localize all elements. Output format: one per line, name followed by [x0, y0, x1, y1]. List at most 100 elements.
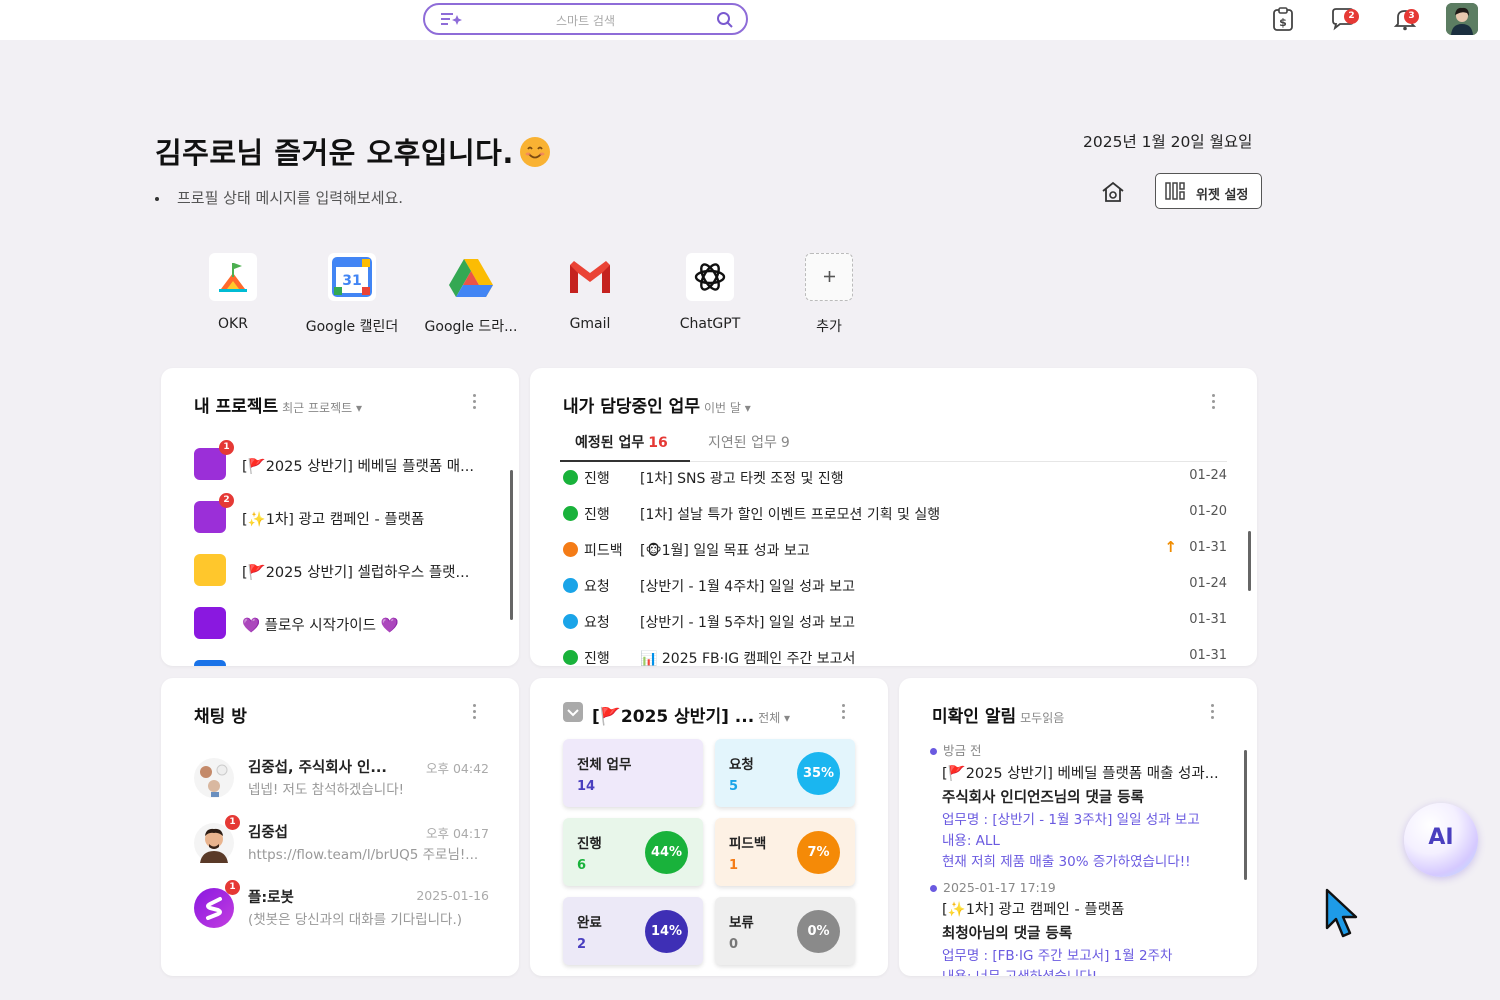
task-date: 01-24: [1189, 468, 1227, 483]
task-name: [상반기 - 1월 5주차] 일일 성과 보고: [640, 615, 856, 631]
tab-delayed[interactable]: 지연된 업무 9: [708, 432, 790, 452]
my-tasks-title: 내가 담당중인 업무: [563, 397, 700, 417]
more-options-icon[interactable]: [1209, 704, 1215, 722]
project-color-square: 1: [194, 440, 234, 480]
user-avatar[interactable]: [1446, 3, 1478, 35]
more-options-icon[interactable]: [471, 704, 477, 722]
notification-detail: 내용: 너무 고생하셨습니다!: [942, 967, 1227, 976]
more-options-icon[interactable]: [1210, 394, 1216, 412]
stat-progress[interactable]: 진행 6 44%: [563, 818, 703, 886]
stat-value: 6: [577, 858, 587, 873]
task-row[interactable]: 진행 [1차] 설날 특가 할인 이벤트 프로모션 기획 및 실행 01-20: [563, 501, 1227, 525]
task-date: 01-31: [1189, 540, 1227, 555]
app-google-drive[interactable]: Google 드라...: [416, 253, 526, 336]
flow-bot-avatar: 1: [194, 880, 240, 928]
tab-label: 지연된 업무: [708, 435, 777, 451]
project-stats-widget: [🚩2025 상반기] ... 전체 ▾ 전체 업무 14 요청 5 35% 진행…: [530, 678, 888, 976]
task-name: 📊 2025 FB·IG 캠페인 주간 보고서: [640, 651, 856, 666]
chat-room-item[interactable]: 김중섭, 주식회사 인... 오후 04:42 넵넵! 저도 참석하겠습니다!: [194, 756, 489, 800]
task-date: 01-31: [1189, 648, 1227, 663]
project-item[interactable]: [🚩2025 상반기] 셀럽하우스 플랫...: [194, 554, 514, 586]
task-date: 01-31: [1189, 612, 1227, 627]
ai-button-label: AI: [1428, 825, 1454, 850]
profile-status-message[interactable]: 프로필 상태 메시지를 입력해보세요.: [155, 187, 403, 208]
task-status: 요청: [584, 615, 610, 631]
stat-feedback[interactable]: 피드백 1 7%: [715, 818, 855, 886]
collapse-checkbox-icon[interactable]: [563, 702, 583, 722]
app-gmail[interactable]: Gmail: [535, 253, 645, 332]
stat-value: 1: [729, 858, 739, 873]
notification-detail: 업무명 : [FB·IG 주간 보고서] 1월 2주차: [942, 948, 1173, 964]
task-status: 진행: [584, 471, 610, 487]
scrollbar[interactable]: [510, 470, 513, 620]
chat-room-item[interactable]: 1 김중섭 오후 04:17 https://flow.team/l/brUQ5…: [194, 815, 489, 865]
unread-badge: 1: [225, 880, 240, 895]
top-bar: 스마트 검색 $ 2 3: [0, 0, 1500, 40]
chat-last-message: (챗봇은 당신과의 대화를 기다립니다.): [248, 912, 462, 928]
stat-total[interactable]: 전체 업무 14: [563, 739, 703, 807]
stat-request[interactable]: 요청 5 35%: [715, 739, 855, 807]
my-projects-title: 내 프로젝트: [194, 397, 279, 417]
more-options-icon[interactable]: [471, 394, 477, 412]
notification-project: [✨1차] 광고 캠페인 - 플랫폼: [942, 902, 1125, 918]
project-item[interactable]: 1 [🚩2025 상반기] 베베딜 플랫폼 매...: [194, 440, 514, 480]
status-dot: [563, 470, 578, 485]
widget-title: 내가 담당중인 업무 이번 달 ▾: [563, 392, 751, 417]
tab-scheduled[interactable]: 예정된 업무 16: [575, 432, 668, 452]
notification-time: 2025-01-17 17:19: [930, 880, 1227, 895]
google-calendar-icon: 31: [328, 253, 376, 301]
task-row[interactable]: 요청 [상반기 - 1월 5주차] 일일 성과 보고 01-31: [563, 609, 1227, 633]
chat-notification[interactable]: 2: [1330, 6, 1364, 32]
my-projects-widget: 내 프로젝트 최근 프로젝트 ▾ 1 [🚩2025 상반기] 베베딜 플랫폼 매.…: [161, 368, 519, 666]
notifications-title: 미확인 알림: [932, 707, 1017, 727]
stat-value: 5: [729, 779, 739, 794]
chat-room-item[interactable]: 1 플:로봇 2025-01-16 (챗봇은 당신과의 대화를 기다립니다.): [194, 880, 489, 930]
more-options-icon[interactable]: [840, 704, 846, 722]
alarm-badge: 3: [1404, 9, 1419, 24]
app-chatgpt[interactable]: ChatGPT: [655, 253, 765, 332]
task-row[interactable]: 피드백 [🐵1월] 일일 목표 성과 보고 ↑ 01-31: [563, 537, 1227, 561]
app-okr[interactable]: OKR: [178, 253, 288, 332]
project-color-square: [194, 554, 226, 586]
scrollbar[interactable]: [1244, 750, 1247, 880]
stat-label: 보류: [729, 915, 754, 931]
priority-up-icon: ↑: [1164, 538, 1177, 556]
project-filter-dropdown[interactable]: 최근 프로젝트 ▾: [282, 401, 362, 415]
stat-hold[interactable]: 보류 0 0%: [715, 897, 855, 965]
app-add[interactable]: 추가: [774, 253, 884, 336]
alarm-notification[interactable]: 3: [1392, 6, 1426, 32]
app-google-calendar[interactable]: 31 Google 캘린더: [297, 253, 407, 336]
greeting-heading: 김주로님 즐거운 오후입니다.: [155, 130, 550, 172]
widget-settings-button[interactable]: 위젯 설정: [1155, 173, 1262, 209]
search-icon[interactable]: [716, 11, 734, 29]
task-row[interactable]: 진행 [1차] SNS 광고 타켓 조정 및 진행 01-24: [563, 465, 1227, 489]
status-dot: [563, 650, 578, 665]
chat-last-message: https://flow.team/l/brUQ5 주로님!...: [248, 847, 479, 863]
unread-badge: 1: [225, 815, 240, 830]
clipboard-dollar-icon[interactable]: $: [1270, 6, 1296, 32]
task-row[interactable]: 진행 📊 2025 FB·IG 캠페인 주간 보고서 01-31: [563, 645, 1227, 666]
scrollbar[interactable]: [1248, 531, 1251, 591]
smart-search-bar[interactable]: 스마트 검색: [423, 3, 748, 35]
stat-complete[interactable]: 완료 2 14%: [563, 897, 703, 965]
user-avatar: 1: [194, 815, 240, 863]
task-status: 진행: [584, 651, 610, 666]
notification-item[interactable]: 방금 전 [🚩2025 상반기] 베베딜 플랫폼 매출 성과... 주식회사 인…: [930, 740, 1227, 873]
stat-label: 피드백: [729, 836, 767, 852]
notification-detail: 업무명 : [상반기 - 1월 3주차] 일일 성과 보고: [942, 812, 1200, 828]
task-period-dropdown[interactable]: 이번 달 ▾: [704, 401, 751, 415]
home-settings-icon[interactable]: [1100, 180, 1126, 204]
task-name: [1차] SNS 광고 타켓 조정 및 진행: [640, 471, 844, 487]
project-stats-title: [🚩2025 상반기] ...: [592, 707, 755, 727]
project-item[interactable]: 2 [✨1차] 광고 캠페인 - 플랫폼: [194, 493, 514, 533]
mark-all-read-button[interactable]: 모두읽음: [1020, 711, 1064, 725]
task-row[interactable]: 요청 [상반기 - 1월 4주차] 일일 성과 보고 01-24: [563, 573, 1227, 597]
notification-item[interactable]: 2025-01-17 17:19 [✨1차] 광고 캠페인 - 플랫폼 최청아님…: [930, 880, 1227, 976]
ai-assistant-button[interactable]: AI: [1404, 803, 1478, 877]
notification-project: [🚩2025 상반기] 베베딜 플랫폼 매출 성과...: [942, 766, 1219, 782]
user-avatar-image: [1446, 3, 1478, 35]
chat-rooms-widget: 채팅 방 김중섭, 주식회사 인... 오후 04:42 넵넵! 저도 참석하겠…: [161, 678, 519, 976]
project-item[interactable]: 💜 플로우 시작가이드 💜: [194, 607, 514, 639]
chat-time: 오후 04:17: [426, 826, 489, 841]
stats-filter-dropdown[interactable]: 전체 ▾: [758, 711, 790, 725]
